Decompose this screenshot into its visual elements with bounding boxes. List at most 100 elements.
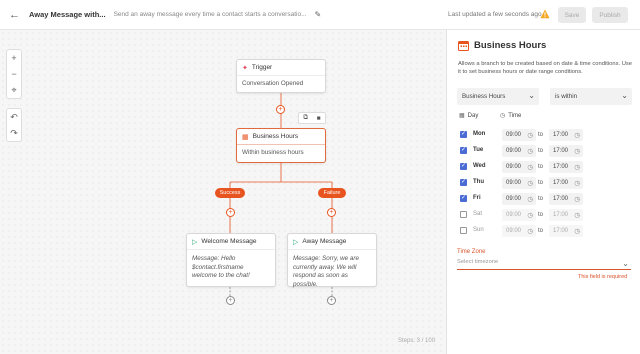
add-step-success-button[interactable]: +	[226, 208, 235, 217]
clock-icon: ◷	[527, 164, 533, 171]
publish-button[interactable]: Publish	[592, 7, 628, 23]
trash-icon[interactable]: ■	[317, 115, 321, 122]
start-time-input[interactable]: 09:00 ◷	[502, 177, 536, 189]
day-label: Fri	[473, 195, 481, 201]
end-time-input[interactable]: 17:00 ◷	[549, 177, 583, 189]
flow-title[interactable]: Away Message with...	[29, 10, 106, 19]
timezone-label: Time Zone	[457, 249, 486, 255]
panel-title: Business Hours	[474, 40, 547, 51]
away-message-body: Message: Sorry, we are currently away. W…	[293, 255, 360, 288]
day-label: Sat	[473, 211, 483, 217]
day-row: Sat 09:00 ◷ to 17:00 ◷	[448, 209, 640, 221]
start-time-input[interactable]: 09:00 ◷	[502, 145, 536, 157]
operator-select[interactable]: is within ⌄	[550, 88, 632, 105]
to-label: to	[538, 164, 544, 170]
welcome-message-title: Welcome Message	[201, 238, 257, 245]
clock-icon: ◷	[527, 228, 533, 235]
pencil-icon[interactable]: ✎	[315, 10, 322, 19]
day-checkbox[interactable]: ✓	[460, 163, 467, 170]
business-hours-title: Business Hours	[252, 133, 299, 140]
trigger-node[interactable]: ✦ Trigger Conversation Opened	[236, 59, 326, 93]
start-time-input[interactable]: 09:00 ◷	[502, 193, 536, 205]
chevron-down-icon: ⌄	[621, 91, 628, 100]
flow-description[interactable]: Send an away message every time a contac…	[114, 11, 307, 18]
node-toolbar: ⧉ ■	[298, 112, 326, 124]
clock-icon: ◷	[574, 228, 580, 235]
copy-icon[interactable]: ⧉	[303, 114, 308, 122]
clock-icon: ◷	[574, 164, 580, 171]
to-label: to	[538, 212, 544, 218]
steps-counter: Steps: 3 / 100	[398, 338, 436, 344]
condition-type-select[interactable]: Business Hours ⌄	[457, 88, 539, 105]
day-checkbox[interactable]: ✓	[460, 131, 467, 138]
start-time-input[interactable]: 09:00 ◷	[502, 225, 536, 237]
day-checkbox[interactable]	[460, 211, 467, 218]
end-time-input[interactable]: 17:00 ◷	[549, 193, 583, 205]
welcome-message-body: Message: Hello $contact.firstname welcom…	[192, 255, 250, 279]
send-icon: ▷	[192, 238, 198, 246]
day-row: ✓ Wed 09:00 ◷ to 17:00 ◷	[448, 161, 640, 173]
day-checkbox[interactable]: ✓	[460, 147, 467, 154]
to-label: to	[538, 132, 544, 138]
trigger-body: Conversation Opened	[242, 80, 304, 87]
flow-canvas[interactable]: + − ⌖ ↶ ↷ ✦ Trigger Conversation Opened …	[0, 30, 447, 354]
day-label: Tue	[473, 147, 484, 153]
warning-icon[interactable]	[540, 9, 550, 19]
start-time-input[interactable]: 09:00 ◷	[502, 161, 536, 173]
away-message-title: Away Message	[302, 238, 347, 245]
add-step-failure-button[interactable]: +	[327, 208, 336, 217]
end-time-input[interactable]: 17:00 ◷	[549, 145, 583, 157]
clock-icon: ◷	[527, 180, 533, 187]
business-hours-node[interactable]: ▦ Business Hours Within business hours	[236, 128, 326, 163]
bolt-icon: ✦	[242, 64, 248, 72]
send-icon: ▷	[293, 238, 299, 246]
chevron-down-icon: ⌄	[528, 91, 535, 100]
day-row: ✓ Mon 09:00 ◷ to 17:00 ◷	[448, 129, 640, 141]
business-hours-body: Within business hours	[242, 149, 304, 156]
success-branch-label: Success	[215, 188, 245, 198]
start-time-input[interactable]: 09:00 ◷	[502, 209, 536, 221]
start-time-input[interactable]: 09:00 ◷	[502, 129, 536, 141]
clock-icon: ◷	[527, 132, 533, 139]
calendar-small-icon: ▦	[459, 113, 465, 119]
last-updated-text: Last updated a few seconds ago	[448, 11, 542, 18]
clock-icon: ◷	[527, 196, 533, 203]
end-time-input[interactable]: 17:00 ◷	[549, 161, 583, 173]
failure-branch-label: Failure	[318, 188, 346, 198]
day-label: Sun	[473, 227, 484, 233]
day-row: ✓ Tue 09:00 ◷ to 17:00 ◷	[448, 145, 640, 157]
settings-panel: Business Hours Allows a branch to be cre…	[448, 30, 640, 354]
clock-icon: ◷	[574, 212, 580, 219]
arrow-left-icon[interactable]: ←	[9, 9, 21, 21]
day-label: Mon	[473, 131, 486, 137]
save-button[interactable]: Save	[558, 7, 586, 23]
clock-icon: ◷	[574, 132, 580, 139]
trigger-title: Trigger	[251, 64, 273, 71]
end-time-input[interactable]: 17:00 ◷	[549, 225, 583, 237]
day-checkbox[interactable]: ✓	[460, 179, 467, 186]
add-step-end-button[interactable]: +	[327, 296, 336, 305]
to-label: to	[538, 196, 544, 202]
away-message-node[interactable]: ▷ Away Message Message: Sorry, we are cu…	[287, 233, 377, 288]
day-label: Thu	[473, 179, 484, 185]
clock-icon: ◷	[527, 148, 533, 155]
time-column-header: Time	[508, 112, 522, 119]
end-time-input[interactable]: 17:00 ◷	[549, 209, 583, 221]
to-label: to	[538, 148, 544, 154]
end-time-input[interactable]: 17:00 ◷	[549, 129, 583, 141]
add-step-button[interactable]: +	[276, 105, 285, 114]
timezone-select[interactable]: Select timezone ⌄	[457, 259, 631, 270]
welcome-message-node[interactable]: ▷ Welcome Message Message: Hello $contac…	[186, 233, 276, 287]
chevron-down-icon: ⌄	[622, 259, 629, 268]
day-row: Sun 09:00 ◷ to 17:00 ◷	[448, 225, 640, 237]
calendar-icon	[458, 41, 469, 51]
day-checkbox[interactable]: ✓	[460, 195, 467, 202]
to-label: to	[538, 228, 544, 234]
timezone-error: This field is required	[578, 274, 628, 280]
clock-icon: ◷	[574, 148, 580, 155]
day-checkbox[interactable]	[460, 227, 467, 234]
to-label: to	[538, 180, 544, 186]
add-step-end-button[interactable]: +	[226, 296, 235, 305]
clock-icon: ◷	[527, 212, 533, 219]
clock-icon: ◷	[574, 196, 580, 203]
